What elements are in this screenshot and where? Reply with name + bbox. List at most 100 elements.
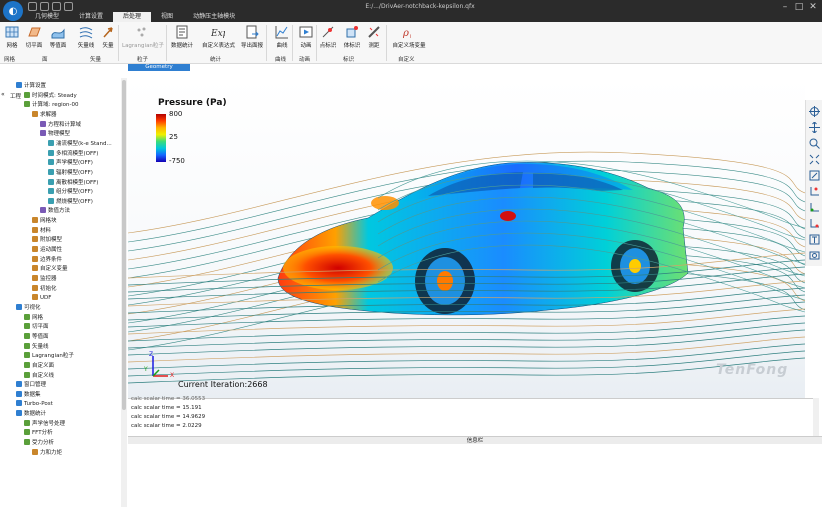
console-scrollbar[interactable] [813, 398, 819, 436]
open-icon[interactable] [40, 2, 49, 11]
tree-node[interactable]: 数据统计 [16, 410, 46, 419]
rotate-icon[interactable] [809, 106, 820, 117]
tree-node[interactable]: FFT分析 [24, 429, 53, 438]
tree-node-label: Turbo-Post [24, 401, 53, 408]
3d-viewport[interactable]: Pressure (Pa) 800 25 -750 Z X Y Current … [128, 78, 805, 398]
tree-node[interactable]: 求解器 [32, 110, 57, 120]
streamline-button[interactable]: 矢量线 [74, 25, 98, 51]
tree-node[interactable]: 声学模型(OFF) [48, 159, 93, 168]
tree-node[interactable]: Turbo-Post [16, 400, 53, 409]
undo-icon[interactable] [64, 2, 73, 11]
tree-node[interactable]: 运动属性 [32, 246, 62, 255]
tree-node[interactable]: 附加模型 [32, 236, 62, 245]
tree-node[interactable]: 窗口管理 [16, 381, 46, 390]
cut-plane-button[interactable]: 切平面 [22, 25, 46, 51]
mesh-button[interactable]: 网格 [0, 25, 24, 51]
tree-node[interactable]: 离散相模型(OFF) [48, 178, 99, 188]
tree-node-icon [32, 275, 38, 281]
tree-node-icon [24, 439, 30, 446]
tree-node[interactable]: 网格 [24, 313, 44, 323]
pan-icon[interactable] [809, 122, 820, 133]
tab-view[interactable]: 视图 [151, 12, 183, 22]
tab-calc-settings[interactable]: 计算设置 [69, 12, 113, 22]
view-xy-icon[interactable] [809, 186, 820, 197]
tree-node[interactable]: 物理模型 [40, 130, 70, 139]
app-logo-icon[interactable]: ◐ [3, 1, 23, 21]
isosurface-button[interactable]: 等值面 [46, 25, 70, 51]
tree-node[interactable]: 矢量线 [24, 342, 49, 352]
tree-node-label: 离散相模型(OFF) [56, 179, 99, 186]
tree-node[interactable]: 声学信号处理 [24, 419, 66, 429]
tree-node-icon [32, 284, 38, 291]
console-line: calc scalar time = 2.0229 [131, 423, 202, 429]
data-statistics-button[interactable]: 数据统计 [170, 25, 194, 51]
text-label-icon[interactable] [809, 234, 820, 245]
tree-node-label: 切平面 [32, 324, 49, 331]
tree-node[interactable]: 可视化 [16, 303, 41, 313]
tree-node-label: 声学信号处理 [32, 420, 66, 427]
tree-node[interactable]: 网格块 [32, 217, 57, 226]
tree-node[interactable]: 方程和计算域 [40, 120, 81, 130]
tree-node[interactable]: 湍流模型(k-e Stand... [48, 139, 112, 149]
animation-button[interactable]: 动画 [294, 25, 318, 51]
tab-dynamic-static-pressure[interactable]: 动静压主轴模块 [183, 12, 245, 22]
save-icon[interactable] [52, 2, 61, 11]
lagrangian-particle-button[interactable]: Lagrangian粒子 [122, 25, 164, 51]
tree-node[interactable]: 数值方法 [40, 207, 70, 216]
body-marker-button[interactable]: 体标识 [340, 25, 364, 51]
view-yz-icon[interactable] [809, 202, 820, 213]
tree-node[interactable]: 计算域: region-00 [24, 101, 78, 110]
tree-node[interactable]: 初始化 [32, 284, 57, 294]
tree-node-label: 多相流模型(OFF) [56, 150, 99, 157]
export-report-button[interactable]: 导出面报 [240, 25, 264, 51]
tree-node[interactable]: 等值面 [24, 332, 49, 342]
tree-node[interactable]: 辐射模型(OFF) [48, 168, 93, 178]
tree-node[interactable]: 组分模型(OFF) [48, 188, 93, 197]
curve-button[interactable]: 曲线 [270, 25, 294, 51]
svg-text:i: i [410, 34, 411, 39]
context-tab-geometry[interactable]: Geometry [128, 64, 190, 71]
tree-node[interactable]: 受力分析 [24, 439, 54, 448]
view-xz-icon[interactable] [809, 218, 820, 229]
point-marker-button[interactable]: 点标识 [316, 25, 340, 51]
tree-node[interactable]: 切平面 [24, 323, 49, 332]
zoom-box-icon[interactable] [809, 170, 820, 181]
maximize-icon[interactable]: □ [792, 1, 806, 13]
info-bar-tab[interactable]: 信息栏 [128, 436, 822, 444]
zoom-icon[interactable] [809, 138, 820, 149]
point-marker-icon [322, 26, 334, 38]
tree-node[interactable]: 自定义面 [24, 361, 54, 371]
custom-expression-button[interactable]: Exp 自定义表达式 [202, 25, 235, 51]
screenshot-icon[interactable] [809, 250, 820, 261]
fit-all-icon[interactable] [809, 154, 820, 165]
close-icon[interactable]: ✕ [806, 1, 820, 13]
tree-node[interactable]: 自定义线 [24, 371, 54, 381]
tree-node-icon [32, 226, 38, 233]
new-icon[interactable] [28, 2, 37, 11]
tree-node-icon [24, 101, 30, 108]
tree-node-label: 边界条件 [40, 256, 63, 263]
tree-node[interactable]: 监控器 [32, 275, 57, 284]
tree-scrollbar-thumb[interactable] [122, 80, 126, 410]
tree-node[interactable]: 边界条件 [32, 255, 63, 265]
tree-node[interactable]: 自定义变量 [32, 265, 68, 274]
vector-button[interactable]: 矢量 [96, 25, 120, 51]
tree-node[interactable]: 材料 [32, 226, 51, 236]
collapse-panel-icon[interactable]: « [1, 91, 5, 98]
tree-node[interactable]: 力和力矩 [32, 448, 62, 458]
tree-node[interactable]: 多相流模型(OFF) [48, 149, 99, 159]
minimize-icon[interactable]: – [778, 1, 792, 13]
tree-node[interactable]: 燃烧模型(OFF) [48, 197, 93, 207]
svg-text:Exp: Exp [211, 29, 225, 39]
tab-geometry[interactable]: 几何模型 [25, 12, 69, 22]
tree-node[interactable]: UDF [32, 294, 51, 303]
streamline [128, 315, 805, 342]
tree-node[interactable]: Lagrangian粒子 [24, 352, 74, 361]
tree-node[interactable]: 数据集 [16, 390, 41, 400]
measure-distance-button[interactable]: 测距 [362, 25, 386, 51]
svg-text:ρ: ρ [402, 28, 409, 39]
tree-node-label: 网格 [32, 314, 44, 321]
tree-node[interactable]: 计算设置 [16, 82, 46, 91]
custom-field-variable-button[interactable]: ρi 自定义场变量 [392, 25, 426, 51]
tab-postprocess[interactable]: 后处理 [113, 12, 152, 22]
